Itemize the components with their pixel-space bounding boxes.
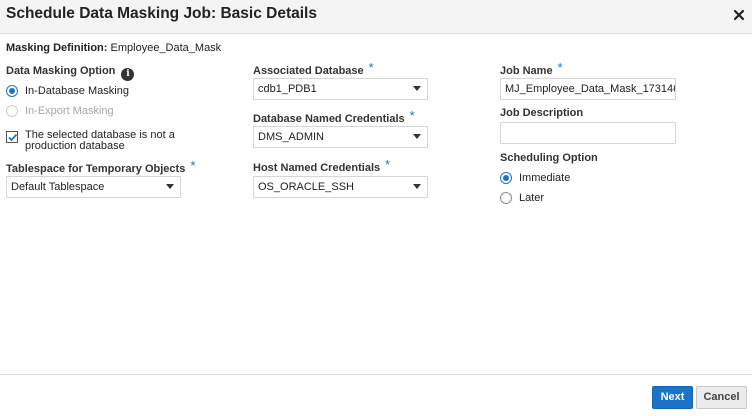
dialog-header: Schedule Data Masking Job: Basic Details bbox=[0, 0, 752, 34]
associated-database-select[interactable]: cdb1_PDB1 bbox=[253, 78, 428, 100]
radio-later[interactable]: Later bbox=[500, 192, 544, 204]
dialog-title: Schedule Data Masking Job: Basic Details bbox=[6, 5, 317, 22]
database-credentials-label-text: Database Named Credentials bbox=[253, 113, 405, 125]
dialog-footer: Next Cancel bbox=[0, 374, 752, 416]
tablespace-select[interactable]: Default Tablespace bbox=[6, 176, 181, 198]
cancel-button[interactable]: Cancel bbox=[696, 386, 747, 409]
required-mark: * bbox=[409, 108, 415, 123]
required-mark: * bbox=[385, 157, 391, 172]
tablespace-select-value: Default Tablespace bbox=[11, 181, 105, 193]
chevron-down-icon bbox=[413, 134, 421, 139]
job-name-input[interactable]: MJ_Employee_Data_Mask_17314647 bbox=[500, 78, 676, 100]
host-credentials-label-text: Host Named Credentials bbox=[253, 162, 381, 174]
chevron-down-icon bbox=[413, 86, 421, 91]
radio-button[interactable] bbox=[500, 172, 512, 184]
job-description-input[interactable] bbox=[500, 122, 676, 144]
radio-label: In-Database Masking bbox=[25, 85, 129, 97]
masking-definition-label: Masking Definition: bbox=[6, 42, 108, 54]
not-production-checkbox-label: The selected database is not a productio… bbox=[25, 129, 175, 152]
job-name-label-text: Job Name bbox=[500, 65, 553, 77]
job-description-label: Job Description bbox=[500, 107, 584, 119]
radio-label: Immediate bbox=[519, 172, 571, 184]
data-masking-option-label: Data Masking Option i bbox=[6, 65, 135, 81]
next-button[interactable]: Next bbox=[652, 386, 693, 409]
radio-immediate[interactable]: Immediate bbox=[500, 172, 570, 184]
not-production-checkbox[interactable] bbox=[6, 131, 18, 143]
checkmark-icon bbox=[8, 133, 18, 142]
host-credentials-label: Host Named Credentials * bbox=[253, 157, 391, 174]
masking-definition-value: Employee_Data_Mask bbox=[110, 42, 222, 54]
masking-definition: Masking Definition: Employee_Data_Mask bbox=[6, 42, 221, 54]
scheduling-option-label: Scheduling Option bbox=[500, 152, 598, 164]
tablespace-label: Tablespace for Temporary Objects * bbox=[6, 158, 196, 175]
radio-in-export-masking: In-Export Masking bbox=[6, 105, 114, 117]
associated-database-label: Associated Database * bbox=[253, 60, 374, 77]
tablespace-label-text: Tablespace for Temporary Objects bbox=[6, 163, 186, 175]
associated-database-select-value: cdb1_PDB1 bbox=[258, 83, 317, 95]
info-icon[interactable]: i bbox=[121, 68, 135, 81]
radio-button bbox=[6, 105, 18, 117]
database-credentials-select[interactable]: DMS_ADMIN bbox=[253, 126, 428, 148]
radio-label: In-Export Masking bbox=[25, 105, 114, 117]
database-credentials-label: Database Named Credentials * bbox=[253, 108, 415, 125]
required-mark: * bbox=[557, 60, 563, 75]
associated-database-label-text: Associated Database bbox=[253, 65, 364, 77]
required-mark: * bbox=[190, 158, 196, 173]
radio-in-database-masking[interactable]: In-Database Masking bbox=[6, 85, 129, 97]
radio-label: Later bbox=[519, 192, 545, 204]
close-icon[interactable] bbox=[732, 8, 746, 22]
radio-button[interactable] bbox=[500, 192, 512, 204]
job-name-label: Job Name * bbox=[500, 60, 563, 77]
not-production-checkbox-row[interactable]: The selected database is not a productio… bbox=[6, 130, 215, 152]
chevron-down-icon bbox=[166, 184, 174, 189]
host-credentials-select-value: OS_ORACLE_SSH bbox=[258, 181, 354, 193]
database-credentials-select-value: DMS_ADMIN bbox=[258, 131, 325, 143]
chevron-down-icon bbox=[413, 184, 421, 189]
host-credentials-select[interactable]: OS_ORACLE_SSH bbox=[253, 176, 428, 198]
required-mark: * bbox=[368, 60, 374, 75]
radio-button[interactable] bbox=[6, 85, 18, 97]
data-masking-option-text: Data Masking Option bbox=[6, 65, 116, 77]
